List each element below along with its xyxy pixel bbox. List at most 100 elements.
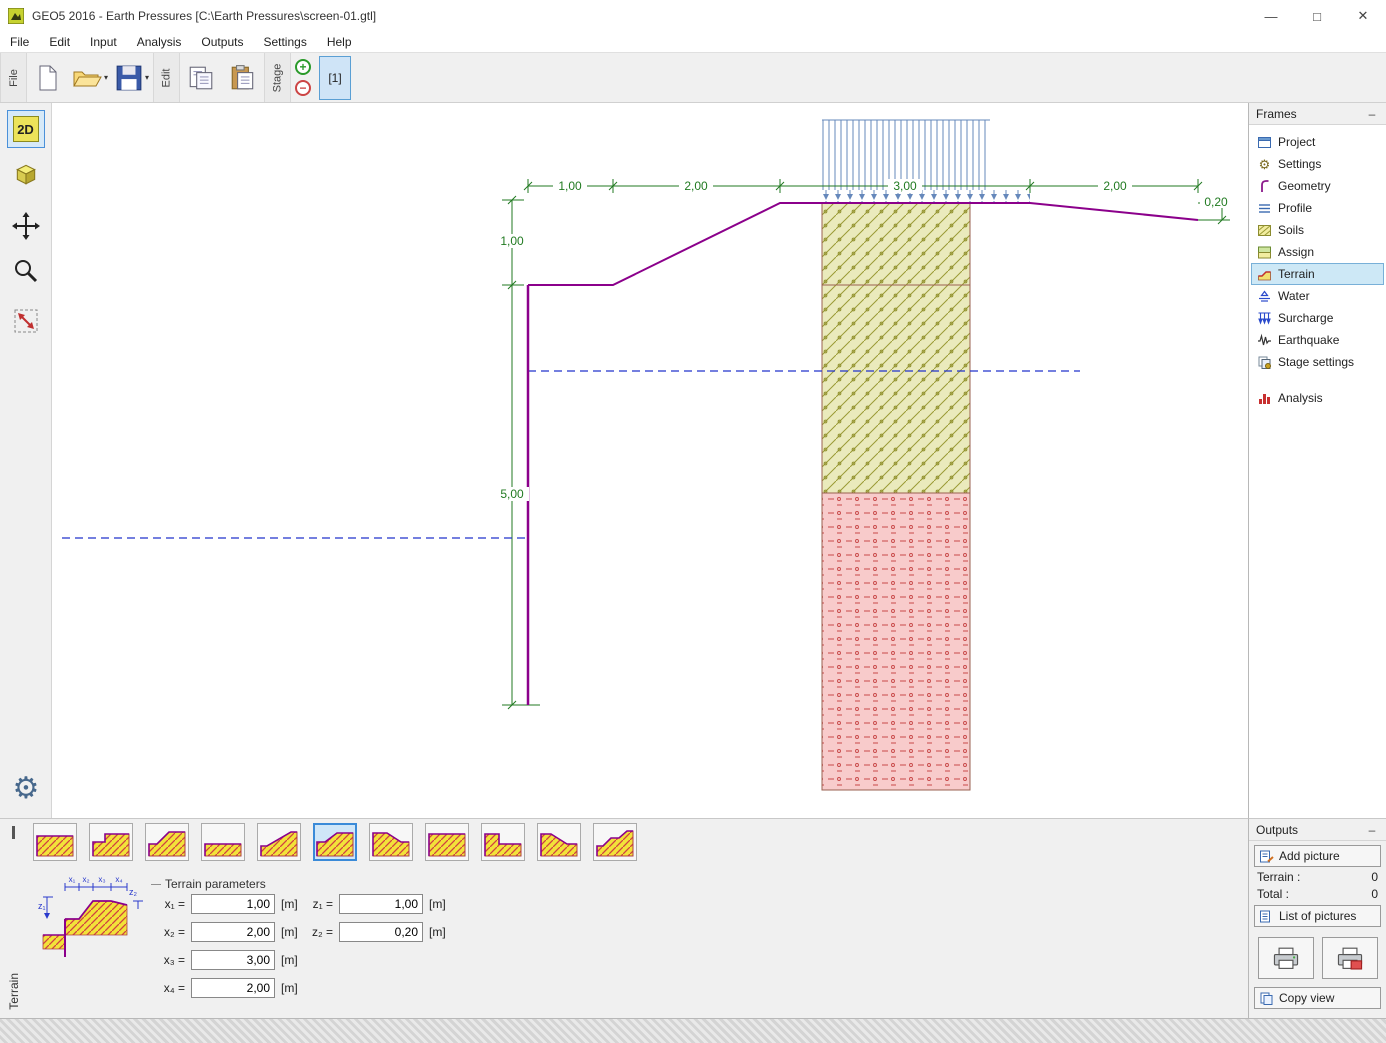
diagram-x2-label: x₂ bbox=[82, 875, 89, 884]
x3-label: x₃ = bbox=[151, 953, 185, 967]
copy-picture-button[interactable] bbox=[182, 56, 220, 100]
surcharge-load-symbol bbox=[822, 120, 1030, 204]
print-document-button[interactable] bbox=[1258, 937, 1314, 979]
menu-edit[interactable]: Edit bbox=[39, 33, 80, 51]
frames-panel-title: Frames bbox=[1256, 107, 1297, 121]
frame-splitter-handle[interactable] bbox=[12, 826, 15, 839]
open-file-button[interactable]: ▾ bbox=[71, 56, 109, 100]
frames-item-profile[interactable]: Profile bbox=[1251, 197, 1384, 219]
menu-file[interactable]: File bbox=[0, 33, 39, 51]
drawing-settings-button[interactable]: ⚙ bbox=[7, 770, 45, 808]
close-icon[interactable]: ✕ bbox=[1340, 0, 1386, 32]
save-button[interactable]: ▾ bbox=[113, 56, 151, 100]
save-dropdown-icon[interactable]: ▾ bbox=[145, 73, 149, 82]
menu-input[interactable]: Input bbox=[80, 33, 127, 51]
dim-left-2: 5,00 bbox=[500, 487, 524, 501]
toolbar-group-stage: Stage bbox=[264, 53, 291, 102]
toolbar-group-file: File bbox=[0, 53, 27, 102]
list-of-pictures-button[interactable]: List of pictures bbox=[1254, 905, 1381, 927]
terrain-shape-11[interactable] bbox=[593, 823, 637, 861]
terrain-shape-7[interactable] bbox=[369, 823, 413, 861]
terrain-shape-3[interactable] bbox=[145, 823, 189, 861]
z1-input[interactable] bbox=[339, 894, 423, 914]
terrain-shape-5[interactable] bbox=[257, 823, 301, 861]
terrain-icon bbox=[1257, 267, 1272, 282]
menu-outputs[interactable]: Outputs bbox=[191, 33, 253, 51]
diagram-x1-label: x₁ bbox=[69, 875, 76, 884]
x4-unit: [m] bbox=[281, 981, 298, 995]
save-icon bbox=[115, 64, 143, 92]
geometry-icon bbox=[1257, 179, 1272, 194]
terrain-shape-1[interactable] bbox=[33, 823, 77, 861]
frames-item-label: Settings bbox=[1278, 157, 1321, 171]
frames-item-settings[interactable]: ⚙ Settings bbox=[1251, 153, 1384, 175]
terrain-shape-6[interactable] bbox=[313, 823, 357, 861]
frames-item-project[interactable]: Project bbox=[1251, 131, 1384, 153]
x1-input[interactable] bbox=[191, 894, 275, 914]
z2-input[interactable] bbox=[339, 922, 423, 942]
copy-icon bbox=[187, 64, 215, 92]
frames-minimize-icon[interactable]: – bbox=[1365, 107, 1379, 121]
frames-item-earthquake[interactable]: Earthquake bbox=[1251, 329, 1384, 351]
x2-input[interactable] bbox=[191, 922, 275, 942]
water-icon bbox=[1257, 289, 1272, 304]
frames-item-label: Water bbox=[1278, 289, 1310, 303]
app-window: GEO5 2016 - Earth Pressures [C:\Earth Pr… bbox=[0, 0, 1386, 1043]
pan-tool-button[interactable] bbox=[7, 207, 45, 245]
project-icon bbox=[1257, 135, 1272, 150]
frames-item-geometry[interactable]: Geometry bbox=[1251, 175, 1384, 197]
print-picture-button[interactable] bbox=[1322, 937, 1378, 979]
toolbar-group-edit: Edit bbox=[153, 53, 180, 102]
copy-view-button[interactable]: Copy view bbox=[1254, 987, 1381, 1009]
dim-top-4: 2,00 bbox=[1103, 179, 1127, 193]
view-2d-button[interactable]: 2D bbox=[7, 110, 45, 148]
add-stage-icon[interactable]: + bbox=[295, 59, 311, 75]
paste-button[interactable] bbox=[224, 56, 262, 100]
frames-item-surcharge[interactable]: Surcharge bbox=[1251, 307, 1384, 329]
frames-item-terrain[interactable]: Terrain bbox=[1251, 263, 1384, 285]
x3-input[interactable] bbox=[191, 950, 275, 970]
view-3d-button[interactable] bbox=[7, 155, 45, 193]
minimize-icon[interactable]: — bbox=[1248, 0, 1294, 32]
terrain-shape-10[interactable] bbox=[537, 823, 581, 861]
remove-stage-icon[interactable]: − bbox=[295, 80, 311, 96]
frames-item-stage-settings[interactable]: Stage settings bbox=[1251, 351, 1384, 373]
add-picture-button[interactable]: Add picture bbox=[1254, 845, 1381, 867]
terrain-shape-2[interactable] bbox=[89, 823, 133, 861]
z2-unit: [m] bbox=[429, 925, 446, 939]
diagram-z1-label: z₁ bbox=[38, 901, 46, 911]
x4-input[interactable] bbox=[191, 978, 275, 998]
drawing-svg: 1,00 2,00 3,00 2,00 1,00 5,00 0,20 bbox=[52, 103, 1248, 818]
terrain-shape-9[interactable] bbox=[481, 823, 525, 861]
maximize-icon[interactable]: □ bbox=[1294, 0, 1340, 32]
menu-settings[interactable]: Settings bbox=[253, 33, 316, 51]
stage-1-button[interactable]: [1] bbox=[319, 56, 351, 100]
view-toolbar: 2D bbox=[0, 103, 52, 818]
frames-item-water[interactable]: Water bbox=[1251, 285, 1384, 307]
zoom-tool-button[interactable] bbox=[7, 252, 45, 290]
outputs-minimize-icon[interactable]: – bbox=[1365, 823, 1379, 837]
frames-item-label: Terrain bbox=[1278, 267, 1315, 281]
drawing-canvas[interactable]: 1,00 2,00 3,00 2,00 1,00 5,00 0,20 bbox=[52, 103, 1248, 818]
new-file-button[interactable] bbox=[29, 56, 67, 100]
frames-item-label: Profile bbox=[1278, 201, 1312, 215]
frames-item-analysis[interactable]: Analysis bbox=[1251, 387, 1384, 409]
terrain-shape-4[interactable] bbox=[201, 823, 245, 861]
terrain-shape-selector bbox=[33, 823, 637, 861]
open-dropdown-icon[interactable]: ▾ bbox=[104, 73, 108, 82]
diagram-x3-label: x₃ bbox=[98, 875, 105, 884]
bottom-frame-tab: Terrain bbox=[0, 818, 27, 1018]
fit-view-button[interactable] bbox=[7, 302, 45, 340]
profile-icon bbox=[1257, 201, 1272, 216]
frames-item-assign[interactable]: Assign bbox=[1251, 241, 1384, 263]
menu-analysis[interactable]: Analysis bbox=[127, 33, 192, 51]
printer-icon bbox=[1271, 945, 1301, 971]
terrain-parameters-group: Terrain parameters bbox=[151, 877, 266, 891]
terrain-parameters-title: Terrain parameters bbox=[165, 877, 266, 891]
menu-help[interactable]: Help bbox=[317, 33, 362, 51]
soil-column bbox=[822, 203, 970, 790]
terrain-shape-8[interactable] bbox=[425, 823, 469, 861]
frames-item-label: Project bbox=[1278, 135, 1315, 149]
z2-label: z₂ = bbox=[305, 925, 333, 939]
frames-item-soils[interactable]: Soils bbox=[1251, 219, 1384, 241]
